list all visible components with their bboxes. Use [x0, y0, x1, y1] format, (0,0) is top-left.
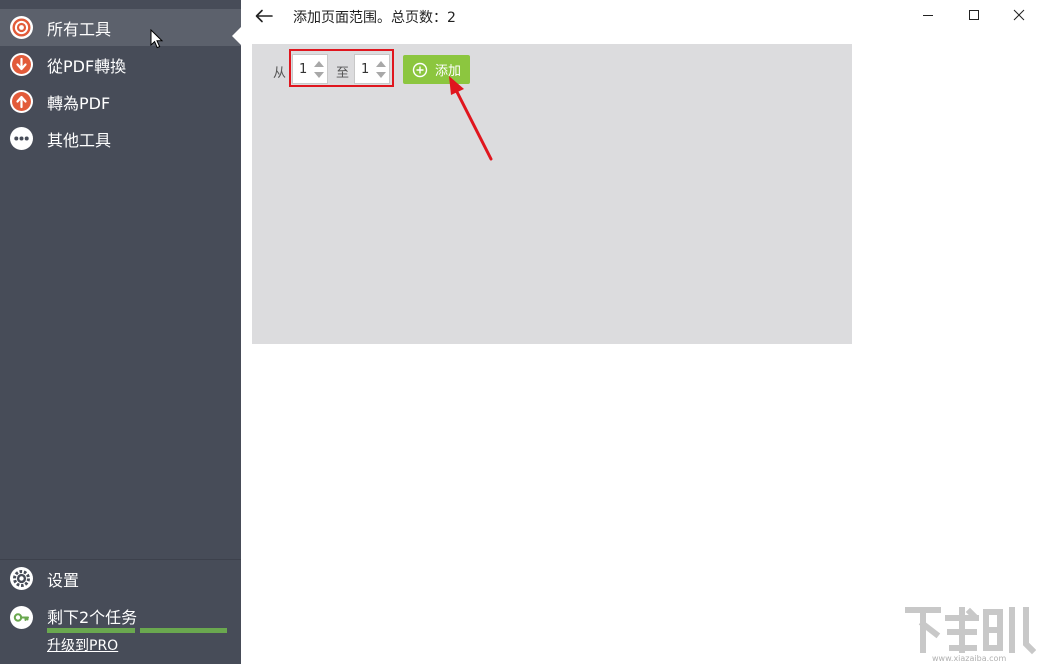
sidebar-item-label: 其他工具: [47, 130, 112, 150]
maximize-button[interactable]: [951, 0, 997, 30]
watermark-logo: [905, 607, 1036, 655]
page-range-panel: [252, 44, 852, 344]
watermark-text: www.xiazaiba.com: [932, 654, 1007, 663]
gear-icon: [10, 567, 33, 590]
upgrade-pro-link[interactable]: 升级到PRO: [47, 635, 118, 655]
settings-label: 设置: [47, 570, 80, 590]
sidebar-item-other-tools[interactable]: 其他工具: [0, 120, 241, 157]
minimize-icon: [923, 15, 933, 16]
sidebar-item-label: 轉為PDF: [47, 93, 111, 113]
arrow-left-icon: [255, 9, 273, 23]
plus-circle-icon: [412, 62, 428, 77]
task-progress-bar-2: [140, 628, 227, 633]
sidebar-item-label: 從PDF轉換: [47, 56, 127, 76]
close-icon: [1013, 9, 1025, 21]
target-icon: [10, 16, 33, 39]
sidebar: 所有工具 從PDF轉換 轉為PDF 其他工具 设置 剩下2个任务 升级到PRO: [0, 0, 241, 664]
key-icon: [10, 606, 33, 629]
page-title: 添加页面范围。总页数：2: [293, 10, 456, 26]
from-label: 从: [273, 66, 287, 81]
sidebar-item-settings[interactable]: 设置: [0, 560, 241, 597]
sidebar-item-all-tools[interactable]: 所有工具: [0, 9, 241, 46]
arrow-up-circle-icon: [10, 90, 33, 113]
active-indicator: [232, 27, 241, 45]
more-dots-icon: [10, 127, 33, 150]
sidebar-item-from-pdf[interactable]: 從PDF轉換: [0, 46, 241, 83]
maximize-icon: [969, 10, 979, 20]
back-button[interactable]: [252, 4, 276, 28]
close-button[interactable]: [996, 0, 1042, 30]
tasks-remaining: 剩下2个任务: [47, 608, 138, 627]
task-progress-bar-1: [47, 628, 135, 633]
annotation-arrow-icon: [449, 76, 493, 161]
sidebar-item-to-pdf[interactable]: 轉為PDF: [0, 83, 241, 120]
sidebar-item-label: 所有工具: [47, 19, 112, 39]
mouse-cursor-icon: [150, 29, 164, 49]
arrow-down-circle-icon: [10, 53, 33, 76]
minimize-button[interactable]: [905, 0, 951, 30]
annotation-highlight-box: [289, 49, 394, 87]
